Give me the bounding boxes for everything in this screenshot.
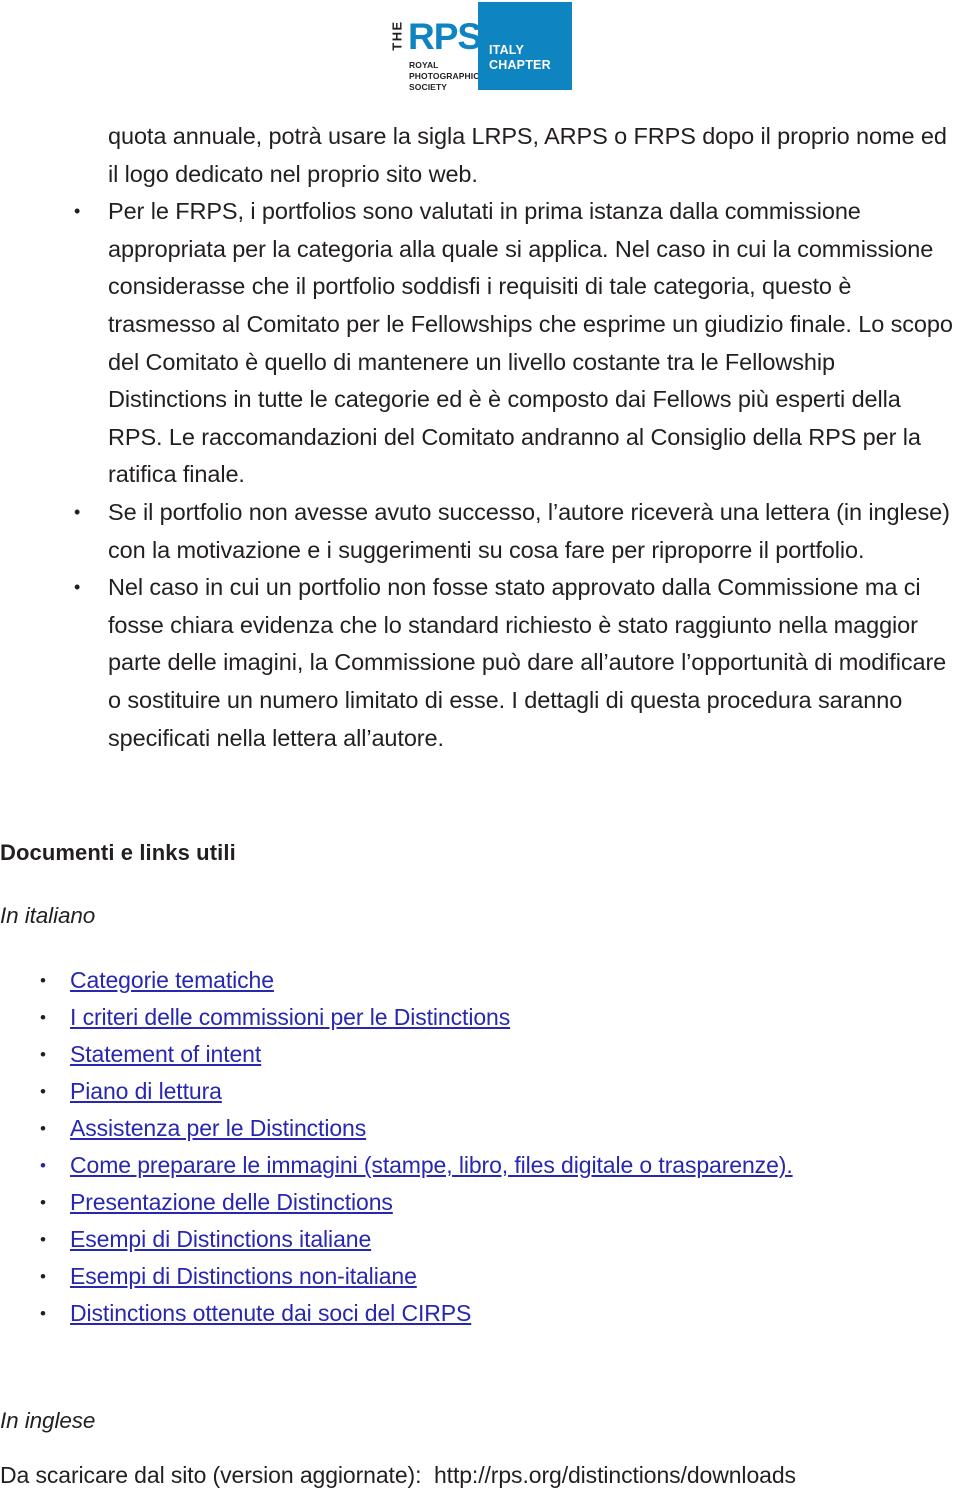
rps-italy-chapter-logo: THE RPS ROYAL PHOTOGRAPHIC SOCIETY ITALY… <box>388 2 572 92</box>
list-item: Come preparare le immagini (stampe, libr… <box>40 1147 960 1184</box>
body-bullet-item: Nel caso in cui un portfolio non fosse s… <box>74 569 960 757</box>
link-distinctions-soci-cirps[interactable]: Distinctions ottenute dai soci del CIRPS <box>70 1300 471 1326</box>
language-label-italian: In italiano <box>0 903 96 928</box>
language-label-english: In inglese <box>0 1408 96 1433</box>
link-statement-of-intent[interactable]: Statement of intent <box>70 1041 261 1067</box>
link-esempi-distinctions-non-italiane[interactable]: Esempi di Distinctions non-italiane <box>70 1263 417 1289</box>
link-esempi-distinctions-italiane[interactable]: Esempi di Distinctions italiane <box>70 1226 371 1252</box>
list-item: Piano di lettura <box>40 1073 960 1110</box>
document-body: quota annuale, potrà usare la sigla LRPS… <box>0 118 960 757</box>
page-header: THE RPS ROYAL PHOTOGRAPHIC SOCIETY ITALY… <box>0 0 960 110</box>
body-bullet-item: Se il portfolio non avesse avuto success… <box>74 494 960 569</box>
list-item: Esempi di Distinctions italiane <box>40 1221 960 1258</box>
link-categorie-tematiche[interactable]: Categorie tematiche <box>70 967 274 993</box>
rps-logo-mark: THE RPS ROYAL PHOTOGRAPHIC SOCIETY <box>388 2 483 92</box>
list-item: Statement of intent <box>40 1036 960 1073</box>
italy-chapter-label: ITALY CHAPTER <box>489 43 551 72</box>
list-item: I criteri delle commissioni per le Disti… <box>40 999 960 1036</box>
list-item: Presentazione delle Distinctions <box>40 1184 960 1221</box>
english-download-line: Da scaricare dal sito (version aggiornat… <box>0 1462 796 1488</box>
continuation-paragraph: quota annuale, potrà usare la sigla LRPS… <box>108 123 947 187</box>
link-assistenza-distinctions[interactable]: Assistenza per le Distinctions <box>70 1115 366 1141</box>
logo-rps-text: RPS <box>408 16 482 57</box>
list-item: Categorie tematiche <box>40 962 960 999</box>
body-bullet-item: Per le FRPS, i portfolios sono valutati … <box>74 193 960 494</box>
body-bullet-list: Per le FRPS, i portfolios sono valutati … <box>0 193 960 757</box>
link-come-preparare-immagini[interactable]: Come preparare le immagini (stampe, libr… <box>70 1152 793 1178</box>
italy-chapter-badge: ITALY CHAPTER <box>478 2 572 90</box>
list-item: Distinctions ottenute dai soci del CIRPS <box>40 1295 960 1332</box>
list-item: Esempi di Distinctions non-italiane <box>40 1258 960 1295</box>
link-criteri-commissioni[interactable]: I criteri delle commissioni per le Disti… <box>70 1004 510 1030</box>
list-item: Assistenza per le Distinctions <box>40 1110 960 1147</box>
italian-links-list: Categorie tematiche I criteri delle comm… <box>0 962 960 1332</box>
resources-heading: Documenti e links utili <box>0 840 236 865</box>
link-piano-di-lettura[interactable]: Piano di lettura <box>70 1078 222 1104</box>
logo-the-text: THE <box>389 20 405 51</box>
link-presentazione-distinctions[interactable]: Presentazione delle Distinctions <box>70 1189 393 1215</box>
logo-society-text: ROYAL PHOTOGRAPHIC SOCIETY <box>409 60 480 92</box>
